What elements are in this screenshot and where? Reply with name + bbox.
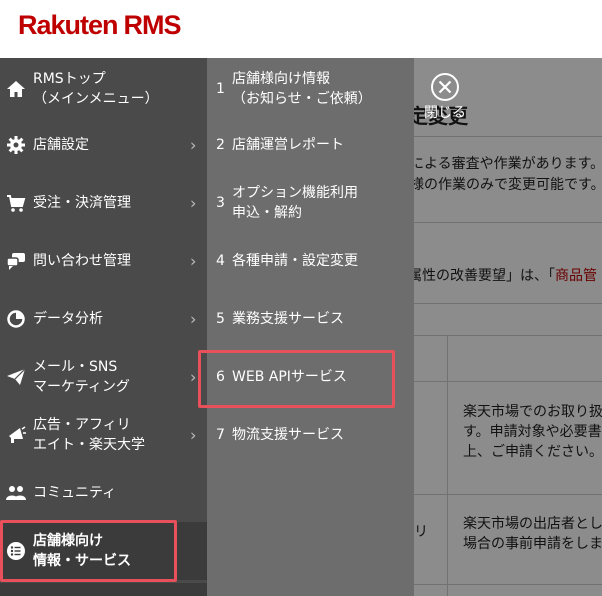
submenu-item-number: 7 (216, 427, 225, 443)
menu-footer (0, 583, 207, 596)
submenu-item-logistics-support[interactable]: 7 物流支援サービス (207, 406, 414, 464)
chevron-right-icon: › (190, 193, 197, 213)
menu-item-label: 店舗設定 (33, 137, 89, 153)
submenu-item-label: 各種申請・設定変更 (232, 253, 358, 269)
pie-chart-icon (7, 310, 25, 328)
menu-item-inquiries[interactable]: 問い合わせ管理 › (0, 232, 207, 290)
cart-icon (7, 195, 26, 212)
paper-plane-icon (7, 368, 26, 385)
chevron-right-icon: › (190, 309, 197, 329)
people-icon (6, 486, 26, 500)
logo-text: Rakuten (18, 10, 119, 40)
menu-item-label: 広告・アフィリ エイト・楽天大学 (33, 417, 145, 453)
submenu-item-number: 2 (216, 137, 225, 153)
app-header: Rakuten RMS (0, 0, 602, 58)
highlight-web-api (198, 350, 395, 408)
menu-item-orders-payments[interactable]: 受注・決済管理 › (0, 174, 207, 232)
submenu-item-store-report[interactable]: 2 店舗運営レポート (207, 116, 414, 174)
gear-icon (7, 136, 25, 154)
submenu-item-applications-settings[interactable]: 4 各種申請・設定変更 (207, 232, 414, 290)
home-icon (7, 81, 25, 97)
submenu-item-option-features[interactable]: 3 オプション機能利用 申込・解約 (207, 174, 414, 232)
logo-suffix: RMS (123, 10, 182, 40)
close-button-label[interactable]: 閉じる (424, 102, 466, 122)
chat-icon (6, 253, 25, 270)
highlight-store-info-services (0, 520, 177, 582)
submenu-item-business-support[interactable]: 5 業務支援サービス (207, 290, 414, 348)
submenu-item-store-info[interactable]: 1 店舗様向け情報 （お知らせ・ご依頼） (207, 60, 414, 118)
chevron-right-icon: › (190, 135, 197, 155)
submenu-item-number: 5 (216, 311, 225, 327)
menu-item-label: 問い合わせ管理 (33, 253, 131, 269)
submenu-item-label: 物流支援サービス (232, 427, 344, 443)
submenu-panel: 1 店舗様向け情報 （お知らせ・ご依頼） 2 店舗運営レポート 3 オプション機… (207, 58, 414, 596)
menu-item-rms-top[interactable]: RMSトップ （メインメニュー） (0, 60, 207, 118)
submenu-item-number: 1 (216, 81, 225, 97)
submenu-item-number: 3 (216, 195, 225, 211)
menu-item-label: メール・SNS マーケティング (33, 359, 130, 395)
rakuten-rms-logo[interactable]: Rakuten RMS (18, 10, 182, 41)
chevron-right-icon: › (190, 367, 197, 387)
menu-item-store-settings[interactable]: 店舗設定 › (0, 116, 207, 174)
submenu-item-number: 4 (216, 253, 225, 269)
menu-item-data-analysis[interactable]: データ分析 › (0, 290, 207, 348)
menu-item-label: 受注・決済管理 (33, 195, 131, 211)
menu-item-mail-sns-marketing[interactable]: メール・SNS マーケティング › (0, 348, 207, 406)
submenu-item-label: 業務支援サービス (232, 311, 344, 327)
submenu-item-label: 店舗様向け情報 （お知らせ・ご依頼） (232, 71, 372, 107)
megaphone-icon (9, 426, 26, 443)
main-menu: RMSトップ （メインメニュー） 店舗設定 › 受注・決済管理 › 問い合わせ管… (0, 58, 207, 596)
menu-item-label: RMSトップ （メインメニュー） (33, 71, 159, 107)
submenu-item-label: 店舗運営レポート (232, 137, 344, 153)
menu-item-ads-affiliate[interactable]: 広告・アフィリ エイト・楽天大学 › (0, 406, 207, 464)
chevron-right-icon: › (190, 251, 197, 271)
chevron-right-icon: › (190, 425, 197, 445)
menu-item-label: コミュニティ (33, 485, 117, 501)
menu-item-community[interactable]: コミュニティ (0, 464, 207, 522)
submenu-item-label: オプション機能利用 申込・解約 (232, 185, 358, 221)
menu-item-label: データ分析 (33, 311, 103, 327)
close-circle-icon[interactable] (430, 72, 460, 102)
